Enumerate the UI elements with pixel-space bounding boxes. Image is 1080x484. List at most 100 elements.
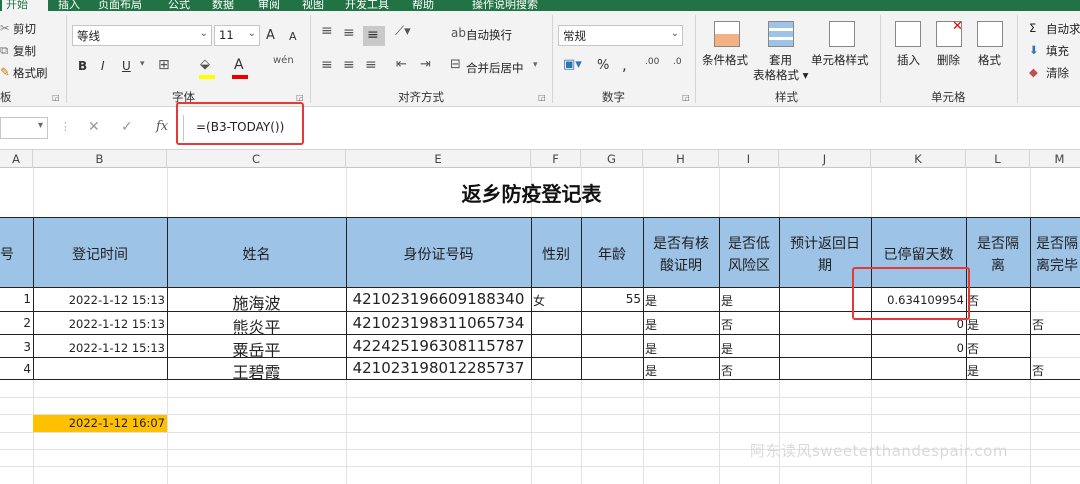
today-cell[interactable]: 2022-1-12 16:07 bbox=[33, 416, 165, 430]
phonetic-guide-button[interactable]: wén bbox=[273, 55, 294, 66]
fill-color-icon[interactable]: ⬙ bbox=[200, 57, 210, 72]
fill-button[interactable]: 填充 bbox=[1046, 43, 1069, 59]
header-cell-m-line1[interactable]: 是否隔 bbox=[1030, 233, 1080, 253]
align-bottom-icon[interactable]: ≡ bbox=[367, 27, 379, 43]
tab-view[interactable]: 视图 bbox=[302, 0, 324, 11]
underline-button[interactable]: U bbox=[122, 59, 131, 73]
increase-decimal-button[interactable]: .00 bbox=[645, 57, 659, 67]
cell-b[interactable]: 2022-1-12 15:13 bbox=[33, 293, 165, 307]
header-cell-a[interactable]: 号 bbox=[0, 244, 33, 264]
header-cell-g[interactable]: 年龄 bbox=[581, 244, 643, 264]
column-header-g[interactable]: G bbox=[581, 150, 643, 168]
comma-button[interactable]: , bbox=[622, 56, 627, 74]
cell-e[interactable]: 421023198012285737 bbox=[346, 359, 531, 377]
dialog-launcher-icon[interactable]: ◲ bbox=[52, 93, 60, 102]
chevron-down-icon[interactable]: ▾ bbox=[140, 59, 145, 69]
tab-home[interactable]: 开始 bbox=[2, 0, 48, 11]
cell-m[interactable]: 否 bbox=[1032, 316, 1080, 333]
cell-h[interactable]: 是 bbox=[645, 292, 719, 309]
header-cell-e[interactable]: 身份证号码 bbox=[346, 244, 531, 264]
tab-tell-me[interactable]: 操作说明搜索 bbox=[472, 0, 538, 11]
tab-formulas[interactable]: 公式 bbox=[168, 0, 190, 11]
header-cell-l-line1[interactable]: 是否隔 bbox=[966, 233, 1030, 253]
cell-i[interactable]: 否 bbox=[721, 362, 779, 379]
column-header-l[interactable]: L bbox=[966, 150, 1030, 168]
header-cell-l-line2[interactable]: 离 bbox=[966, 255, 1030, 275]
percent-button[interactable]: % bbox=[597, 58, 609, 73]
insert-cells-button[interactable]: 插入 bbox=[897, 52, 920, 68]
number-format-select[interactable]: 常规 ⌄ bbox=[558, 25, 683, 46]
tab-insert[interactable]: 插入 bbox=[58, 0, 80, 11]
conditional-formatting-button[interactable]: 条件格式 bbox=[702, 52, 748, 68]
header-cell-i-line1[interactable]: 是否低 bbox=[719, 233, 779, 253]
column-header-j[interactable]: J bbox=[779, 150, 871, 168]
align-right-icon[interactable]: ≡ bbox=[365, 57, 377, 73]
font-size-select[interactable]: 11 ⌄ bbox=[214, 25, 260, 46]
orientation-icon[interactable]: ⟋▾ bbox=[395, 24, 411, 39]
enter-icon[interactable]: ✓ bbox=[121, 119, 133, 135]
cell-b[interactable]: 2022-1-12 15:13 bbox=[33, 317, 165, 331]
cell-a[interactable]: 2 bbox=[0, 316, 31, 330]
tab-help[interactable]: 帮助 bbox=[412, 0, 434, 11]
format-as-table-button-line2[interactable]: 表格格式 ▾ bbox=[753, 67, 808, 83]
format-cells-button[interactable]: 格式 bbox=[978, 52, 1001, 68]
column-header-e[interactable]: E bbox=[346, 150, 531, 168]
cancel-icon[interactable]: ✕ bbox=[88, 119, 100, 135]
cell-l[interactable]: 是 bbox=[967, 316, 1030, 333]
cell-a[interactable]: 4 bbox=[0, 362, 31, 376]
increase-font-button[interactable]: A bbox=[266, 28, 275, 43]
sheet-title[interactable]: 返乡防疫登记表 bbox=[346, 178, 717, 207]
cell-i[interactable]: 是 bbox=[721, 340, 779, 357]
column-header-h[interactable]: H bbox=[643, 150, 719, 168]
font-name-select[interactable]: 等线 ⌄ bbox=[72, 25, 212, 46]
cell-c[interactable]: 王碧霞 bbox=[167, 359, 346, 383]
name-box[interactable]: ▾ bbox=[0, 117, 48, 139]
increase-indent-icon[interactable]: ⇥ bbox=[420, 57, 431, 72]
decrease-font-button[interactable]: A bbox=[289, 30, 297, 43]
align-left-icon[interactable]: ≡ bbox=[321, 57, 333, 73]
cell-e[interactable]: 422425196308115787 bbox=[346, 337, 531, 355]
dialog-launcher-icon[interactable]: ◲ bbox=[682, 93, 690, 102]
cell-f[interactable]: 女 bbox=[533, 292, 581, 309]
cell-a[interactable]: 1 bbox=[0, 292, 31, 306]
clear-button[interactable]: 清除 bbox=[1046, 65, 1069, 81]
autosum-button[interactable]: 自动求 bbox=[1046, 21, 1080, 37]
wrap-text-button[interactable]: 自动换行 bbox=[466, 27, 512, 43]
cell-c[interactable]: 施海波 bbox=[167, 290, 346, 314]
border-icon[interactable]: ⊞ bbox=[158, 57, 170, 73]
font-color-icon[interactable]: A bbox=[234, 57, 244, 73]
dialog-launcher-icon[interactable]: ◲ bbox=[538, 93, 546, 102]
cell-h[interactable]: 是 bbox=[645, 316, 719, 333]
format-as-table-button-line1[interactable]: 套用 bbox=[769, 52, 792, 68]
header-cell-b[interactable]: 登记时间 bbox=[33, 244, 167, 264]
cell-k[interactable]: 0 bbox=[871, 341, 964, 355]
merge-center-button[interactable]: 合并后居中 bbox=[466, 60, 524, 76]
dialog-launcher-icon[interactable]: ◲ bbox=[296, 93, 304, 102]
cut-button[interactable]: 剪切 bbox=[13, 21, 36, 37]
cell-m[interactable]: 否 bbox=[1032, 362, 1080, 379]
column-header-k[interactable]: K bbox=[871, 150, 966, 168]
cell-b[interactable]: 2022-1-12 15:13 bbox=[33, 341, 165, 355]
cell-styles-button[interactable]: 单元格样式 bbox=[811, 52, 869, 68]
cell-g[interactable]: 55 bbox=[581, 292, 641, 306]
tab-developer[interactable]: 开发工具 bbox=[345, 0, 389, 11]
tab-review[interactable]: 审阅 bbox=[258, 0, 280, 11]
align-center-icon[interactable]: ≡ bbox=[343, 57, 355, 73]
bold-button[interactable]: B bbox=[78, 59, 87, 73]
insert-function-icon[interactable]: fx bbox=[156, 119, 168, 134]
copy-button[interactable]: 复制 bbox=[13, 43, 36, 59]
cell-e[interactable]: 421023198311065734 bbox=[346, 314, 531, 332]
column-header-i[interactable]: I bbox=[719, 150, 779, 168]
header-cell-f[interactable]: 性别 bbox=[531, 244, 581, 264]
column-header-b[interactable]: B bbox=[33, 150, 167, 168]
column-header-c[interactable]: C bbox=[167, 150, 346, 168]
cell-h[interactable]: 是 bbox=[645, 340, 719, 357]
cell-i[interactable]: 是 bbox=[721, 292, 779, 309]
cell-l[interactable]: 否 bbox=[967, 340, 1030, 357]
format-painter-button[interactable]: 格式刷 bbox=[13, 65, 48, 81]
decrease-indent-icon[interactable]: ⇤ bbox=[396, 57, 407, 72]
align-top-icon[interactable]: ≡ bbox=[321, 23, 333, 39]
cell-l[interactable]: 是 bbox=[967, 362, 1030, 379]
chevron-down-icon[interactable]: ▾ bbox=[533, 60, 538, 70]
header-cell-h-line2[interactable]: 酸证明 bbox=[643, 255, 719, 275]
